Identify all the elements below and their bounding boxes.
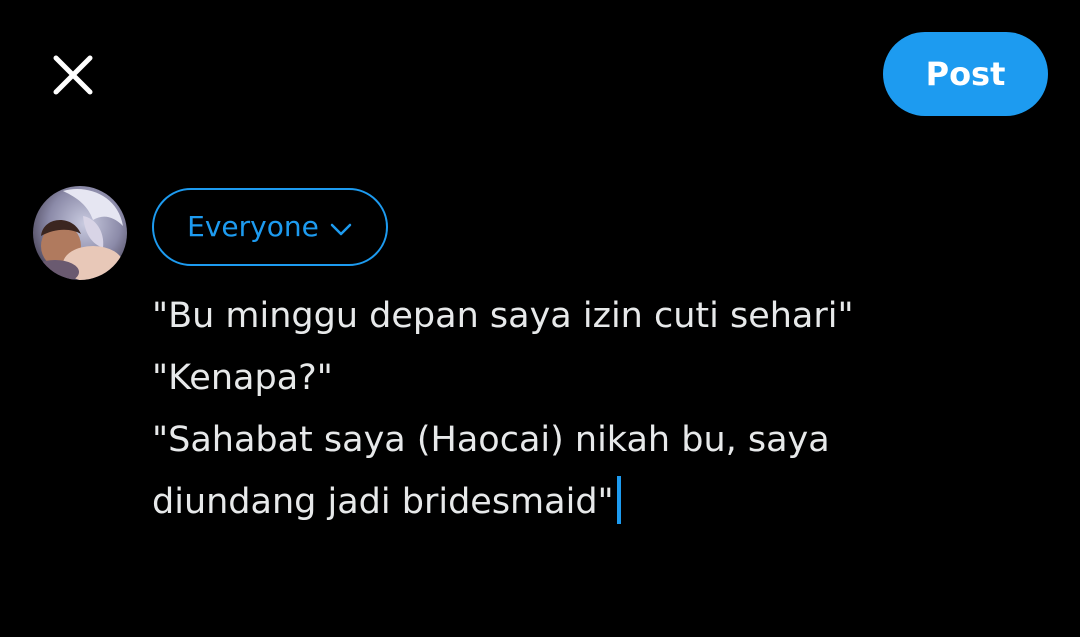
post-text-line: "Bu minggu depan saya izin cuti sehari" (152, 296, 854, 336)
post-text-last-line: diundang jadi bridesmaid" (152, 471, 1052, 533)
user-avatar (33, 186, 127, 280)
post-text-line: "Kenapa?" (152, 358, 333, 398)
audience-label: Everyone (187, 210, 319, 243)
chevron-down-icon (329, 217, 353, 237)
avatar[interactable] (33, 186, 127, 280)
close-icon (53, 55, 93, 95)
post-button[interactable]: Post (883, 32, 1048, 116)
post-text-line: diundang jadi bridesmaid" (152, 482, 614, 522)
text-cursor (616, 476, 621, 524)
audience-selector[interactable]: Everyone (152, 188, 388, 266)
post-text-area[interactable]: "Bu minggu depan saya izin cuti sehari" … (152, 285, 1052, 533)
close-button[interactable] (48, 50, 98, 100)
post-text-line: "Sahabat saya (Haocai) nikah bu, saya (152, 420, 830, 460)
